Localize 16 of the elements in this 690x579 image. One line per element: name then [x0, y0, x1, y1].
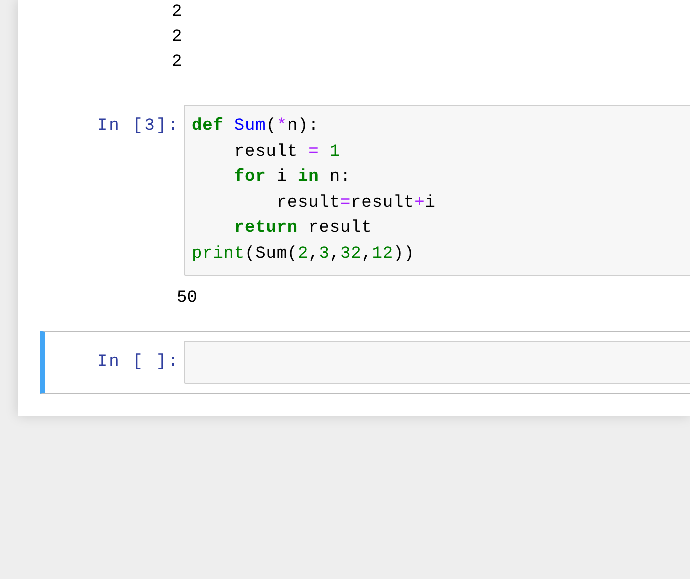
- code-input[interactable]: def Sum(*n): result = 1 for i in n: result=result+i return result print(Sum(2,3,32,12)): [184, 105, 690, 276]
- notebook-cell[interactable]: In [3]: def Sum(*n): result = 1 for i in n: result=result+i return result print(Sum(2,3,32,12)) 50: [40, 95, 690, 321]
- output-text: 2: [172, 27, 182, 49]
- output-text: 2: [172, 2, 182, 24]
- code-line: result=result+i: [276, 192, 436, 214]
- code-line: for i in n:: [233, 167, 352, 189]
- code-input[interactable]: [184, 341, 690, 384]
- output-text: 2: [172, 52, 182, 74]
- code-line: print(Sum(2,3,32,12)): [192, 244, 415, 266]
- code-line: return result: [233, 218, 372, 240]
- output-text: 50: [177, 288, 198, 310]
- notebook-cell[interactable]: In [ ]:: [40, 331, 690, 394]
- code-line: result = 1: [233, 142, 340, 164]
- input-prompt: In [3]:: [97, 116, 180, 138]
- input-prompt: In [ ]:: [97, 352, 180, 374]
- code-line: def Sum(*n):: [192, 116, 320, 138]
